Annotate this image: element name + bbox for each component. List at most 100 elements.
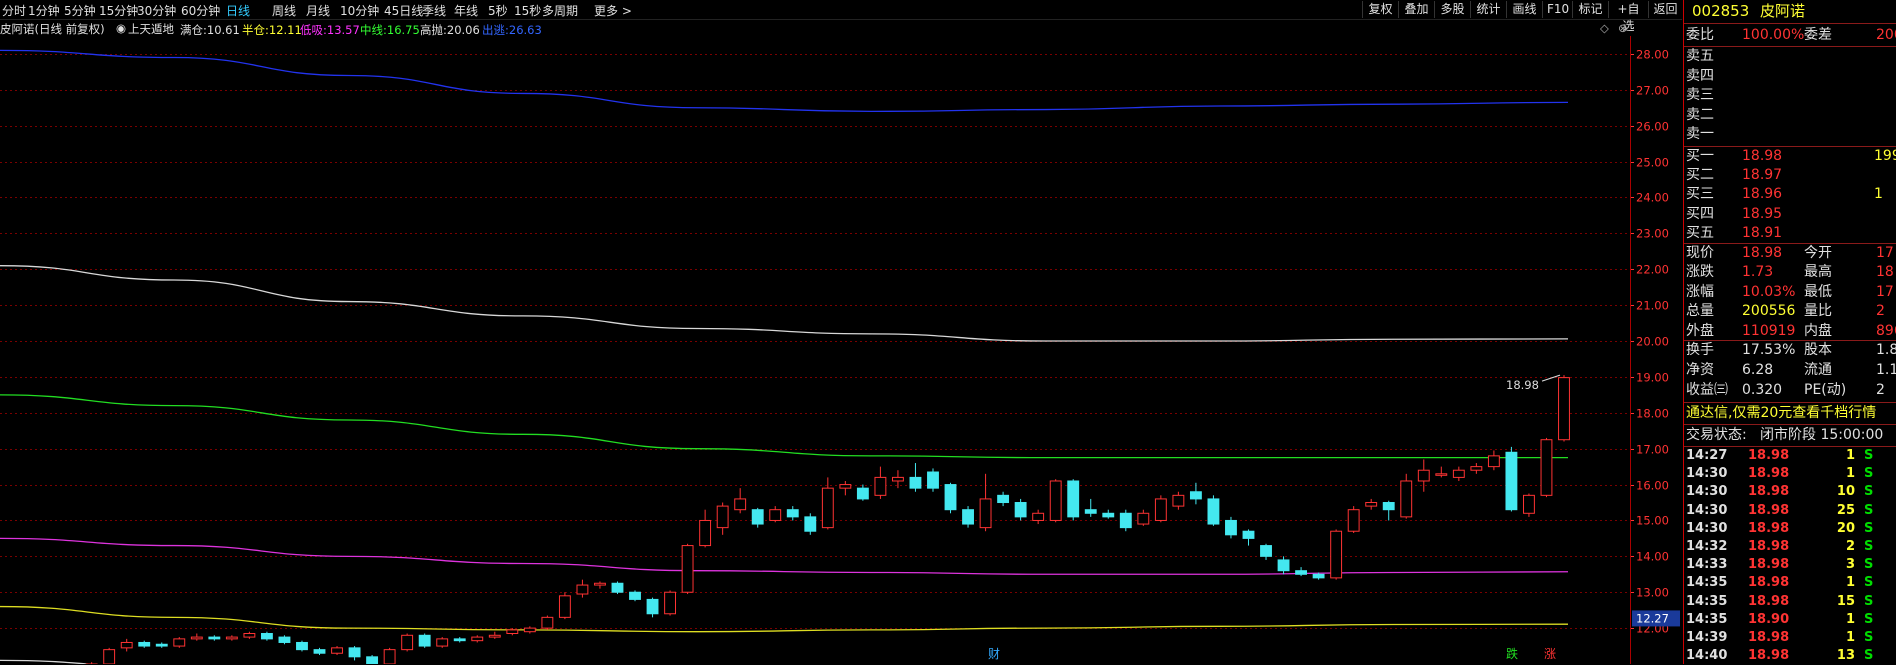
candle-body-13 [225, 636, 238, 640]
chart-annotations: 18.98←10.70财跌涨 [988, 374, 1561, 661]
info-label: 换手 [1686, 342, 1714, 358]
period-tab-9[interactable]: 45日线 [384, 2, 423, 19]
stat-value: 18.98 [1742, 245, 1783, 261]
axis-label-7: 21.00 [1636, 299, 1669, 313]
tick-side: S [1864, 593, 1874, 609]
candle-63 [1102, 509, 1115, 519]
period-tab-8[interactable]: 10分钟 [340, 2, 379, 19]
stat-value: 200556 [1742, 303, 1796, 320]
tick-volume: 20 [1836, 520, 1855, 536]
period-tab-2[interactable]: 15分钟 [99, 2, 138, 19]
candle-33 [576, 579, 589, 598]
cursor-price-label: 12.27 [1636, 611, 1669, 625]
close-icon[interactable]: ⊗ [1618, 21, 1628, 35]
candle-27 [471, 635, 484, 643]
tick-row: 14:35 18.90 1 S [1686, 611, 1896, 629]
period-tab-1[interactable]: 5分钟 [64, 2, 96, 19]
candle-body-43 [751, 509, 764, 525]
candle-34 [594, 581, 606, 589]
buy-label: 买一 [1686, 148, 1714, 164]
candle-49 [856, 484, 869, 501]
tick-row: 14:39 18.98 1 S [1686, 629, 1896, 647]
price-grid [0, 54, 1630, 629]
band-line-4 [0, 605, 1569, 633]
buy-label: 买三 [1686, 186, 1714, 203]
candle-body-38 [664, 591, 677, 615]
candle-9 [155, 642, 168, 648]
candle-body-30 [523, 627, 536, 633]
candle-body-35 [611, 582, 624, 593]
toolbar-button-8[interactable]: 返回 [1648, 1, 1682, 18]
candle-41 [716, 502, 729, 535]
toolbar-button-6[interactable]: 标记 [1572, 1, 1608, 18]
toolbar-button-5[interactable]: F10 [1542, 1, 1572, 18]
tick-side: S [1864, 539, 1874, 554]
tick-side: S [1864, 520, 1874, 536]
tick-time: 14:40 [1686, 648, 1728, 664]
candle-86 [1505, 446, 1518, 512]
tick-volume: 2 [1845, 539, 1855, 554]
period-tab-14[interactable]: 多周期 [542, 2, 578, 19]
info-value: 0.320 [1742, 382, 1783, 398]
candle-body-56 [979, 498, 992, 529]
collapse-icon[interactable]: ◇ [1600, 21, 1609, 35]
candle-71 [1242, 529, 1255, 546]
candle-16 [278, 635, 291, 645]
sell-label: 卖三 [1686, 87, 1714, 104]
sell-level-4: 卖四 [1686, 67, 1896, 86]
sell-label: 卖一 [1686, 126, 1714, 143]
candle-body-68 [1189, 491, 1202, 500]
stat-label-2: 最低 [1804, 283, 1832, 300]
tick-volume: 1 [1845, 575, 1855, 591]
candle-body-41 [716, 505, 729, 529]
candle-69 [1207, 495, 1220, 526]
tick-volume: 1 [1845, 611, 1855, 627]
toolbar-button-2[interactable]: 多股 [1434, 1, 1470, 18]
period-tab-15[interactable]: 更多 > [594, 2, 632, 19]
period-tab-11[interactable]: 年线 [454, 2, 478, 19]
toolbar-button-7[interactable]: +自选 [1608, 1, 1648, 33]
tick-time: 14:35 [1686, 593, 1728, 609]
candle-body-89 [1558, 377, 1570, 441]
period-tab-7[interactable]: 月线 [306, 2, 330, 19]
axis-label-11: 17.00 [1636, 443, 1669, 457]
candle-21 [366, 655, 379, 664]
weibi-row: 委比 100.00% 委差 200 [1686, 27, 1896, 43]
period-tab-10[interactable]: 季线 [422, 2, 446, 19]
tick-row: 14:35 18.98 1 S [1686, 574, 1896, 592]
toolbar-button-0[interactable]: 复权 [1362, 1, 1398, 18]
buy-level-4: 买四 18.95 [1686, 205, 1896, 224]
period-tab-3[interactable]: 30分钟 [137, 2, 176, 19]
period-tab-13[interactable]: 15秒 [514, 2, 541, 19]
toolbar-button-3[interactable]: 统计 [1470, 1, 1506, 18]
period-tab-12[interactable]: 5秒 [488, 2, 508, 19]
tab-intraday[interactable]: 分时 [2, 2, 26, 19]
kline-chart[interactable]: 28.00 27.00 26.00 25.00 24.00 23.00 22.00 21.00… [0, 36, 1682, 664]
toolbar-button-4[interactable]: 画线 [1506, 1, 1542, 18]
buy-price: 18.91 [1742, 224, 1783, 241]
period-tab-5[interactable]: 日线 [226, 2, 250, 19]
info-label: 净资 [1686, 362, 1714, 378]
candle-88 [1540, 437, 1553, 498]
candle-24 [418, 633, 431, 648]
candle-body-87 [1523, 494, 1535, 514]
toolbar-button-1[interactable]: 叠加 [1398, 1, 1434, 18]
indicator-settings-icon[interactable]: ◉ [116, 21, 126, 35]
candle-body-58 [1014, 502, 1027, 518]
stat-label: 总量 [1686, 303, 1714, 320]
period-tab-0[interactable]: 1分钟 [28, 2, 60, 19]
axis-label-12: 16.00 [1636, 479, 1669, 493]
candle-60 [1049, 479, 1062, 523]
stat-value: 10.03% [1742, 283, 1796, 300]
stat-row-3: 总量 200556 量比 2 [1686, 302, 1896, 321]
candle-body-47 [821, 487, 834, 529]
stat-label: 现价 [1686, 245, 1714, 261]
candle-body-66 [1154, 498, 1167, 521]
candle-54 [944, 482, 957, 514]
period-tab-6[interactable]: 周线 [272, 2, 296, 19]
tick-volume: 15 [1836, 593, 1855, 609]
candle-body-78 [1365, 502, 1378, 507]
period-tab-4[interactable]: 60分钟 [181, 2, 220, 19]
event-marker-0: 财 [988, 647, 1000, 661]
promo-banner[interactable]: 通达信,仅需20元查看千档行情 [1686, 404, 1896, 423]
